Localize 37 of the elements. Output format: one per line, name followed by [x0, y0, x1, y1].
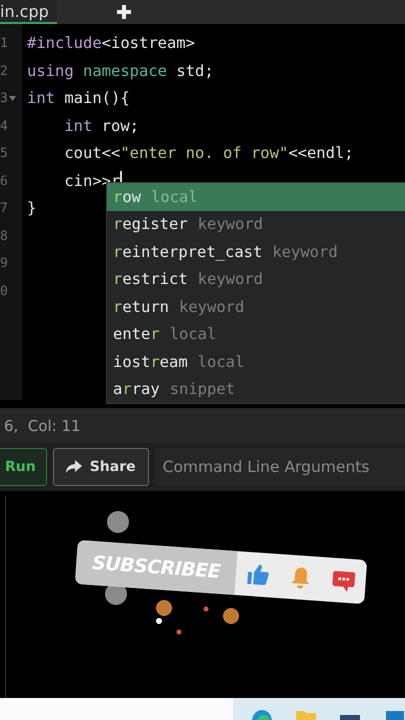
suggestion-item[interactable]: reinterpret_cast keyword — [107, 238, 405, 266]
code-token: using — [27, 60, 75, 82]
line-number: 0 — [0, 282, 8, 300]
suggestion-item[interactable]: a rray snippet — [107, 376, 405, 403]
line-number: 7 — [0, 200, 8, 218]
line-number: 3 — [0, 90, 8, 108]
code-token: int — [63, 116, 94, 136]
suggestion-item[interactable]: register keyword — [107, 210, 405, 238]
arguments-field[interactable]: Command Line Arguments — [154, 448, 405, 486]
suggestion-item[interactable]: return keyword — [107, 293, 405, 320]
code-token: cout<< — [63, 143, 120, 164]
share-button[interactable]: Share — [52, 448, 149, 486]
line-number: 8 — [0, 228, 8, 246]
code-token: } — [27, 198, 36, 219]
code-token: std; — [176, 60, 214, 82]
suggestion-item[interactable]: ente r local — [107, 320, 405, 348]
cursor-position: 6, Col: 11 — [3, 416, 81, 434]
code-token: int — [27, 88, 56, 109]
suggestion-item[interactable]: restrict keyword — [107, 266, 405, 293]
code-token: row; — [102, 116, 139, 136]
line-number: 4 — [0, 118, 8, 136]
code-token: <<endl; — [288, 143, 354, 164]
subscribe-label: SUBSCRIBEE — [74, 540, 238, 595]
code-token: namespace — [83, 60, 168, 82]
file-tab[interactable]: in.cpp — [0, 0, 57, 24]
code-token: <iostream> — [102, 33, 195, 54]
line-number: 2 — [0, 62, 8, 80]
code-token: main(){ — [64, 88, 130, 109]
line-number: 5 — [0, 145, 8, 163]
run-button[interactable]: Run — [0, 448, 47, 486]
line-number: 9 — [0, 255, 8, 273]
code-token: #include — [27, 33, 102, 54]
suggestion-item[interactable]: row local — [107, 183, 405, 210]
code-token: "enter no. of row" — [120, 143, 288, 164]
line-number: 6 — [0, 172, 8, 190]
suggestion-item[interactable]: iost ream local — [107, 348, 405, 376]
line-number: 1 — [0, 35, 8, 53]
